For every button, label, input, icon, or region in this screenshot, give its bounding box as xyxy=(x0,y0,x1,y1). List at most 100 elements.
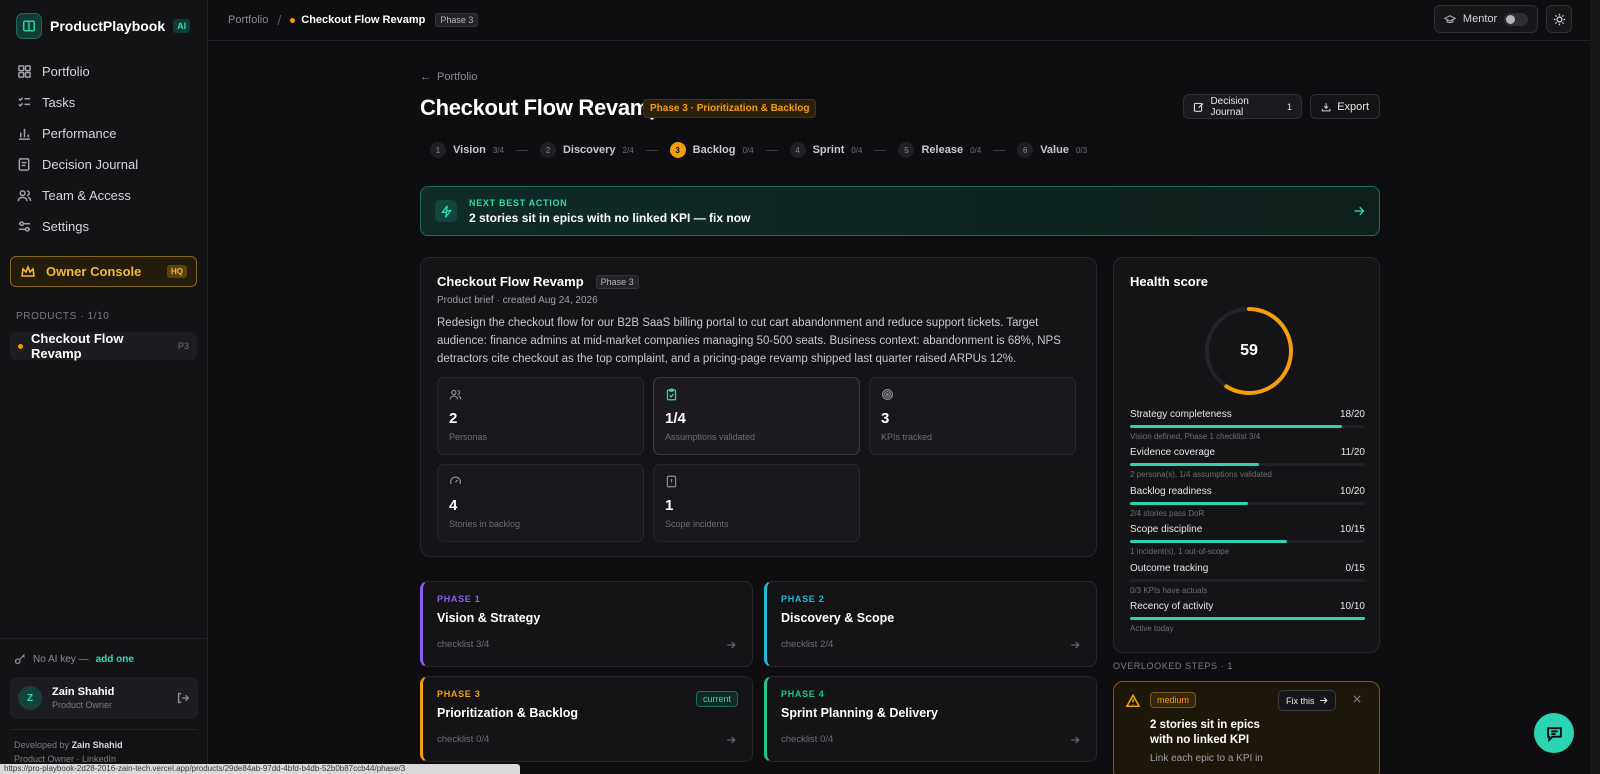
key-icon xyxy=(14,654,25,665)
sidebar-item-decision-journal[interactable]: Decision Journal xyxy=(10,149,197,180)
step-backlog[interactable]: 3 Backlog 0/4 xyxy=(669,142,754,158)
health-title: Health score xyxy=(1130,274,1209,289)
stat-label: Personas xyxy=(449,432,488,442)
metric-bar-fill xyxy=(1130,540,1287,544)
mentor-label: Mentor xyxy=(1462,13,1498,25)
export-button[interactable]: Export xyxy=(1310,94,1380,119)
journal-icon xyxy=(18,158,30,171)
phase-checklist: checklist 2/4 xyxy=(781,639,834,650)
mentor-toggle[interactable]: Mentor xyxy=(1434,5,1538,33)
metric-note: 1 incident(s), 1 out-of-scope xyxy=(1130,547,1230,557)
metric-bar xyxy=(1130,578,1365,582)
phase-name: Discovery & Scope xyxy=(781,611,895,625)
fix-this-button[interactable]: Fix this xyxy=(1278,690,1336,711)
stats-grid: 2 Personas 1/4 Assumptions validated 3 K… xyxy=(437,377,1080,542)
user-card[interactable]: Z Zain Shahid Product Owner xyxy=(10,677,198,719)
phase-name: Sprint Planning & Delivery xyxy=(781,706,938,720)
sun-icon xyxy=(1553,13,1565,25)
breadcrumb-current-label: Checkout Flow Revamp xyxy=(301,14,426,26)
user-role: Product Owner xyxy=(52,700,113,710)
sidebar-item-label: Decision Journal xyxy=(42,157,139,172)
logout-icon[interactable] xyxy=(176,691,190,705)
download-icon xyxy=(1321,102,1331,111)
phase-checklist: checklist 3/4 xyxy=(437,639,490,650)
ai-badge: AI xyxy=(173,19,191,33)
stat-assumptions[interactable]: 1/4 Assumptions validated xyxy=(653,377,860,455)
metric-name: Evidence coverage xyxy=(1130,447,1216,459)
users-icon xyxy=(17,190,32,202)
brief-description: Redesign the checkout flow for our B2B S… xyxy=(437,317,1061,365)
stat-personas[interactable]: 2 Personas xyxy=(437,377,644,455)
close-icon[interactable] xyxy=(1352,694,1362,704)
step-connector xyxy=(515,149,528,151)
scrollbar[interactable] xyxy=(1590,0,1600,774)
book-icon xyxy=(16,13,42,39)
back-link[interactable]: ← Portfolio xyxy=(420,71,477,83)
users-icon xyxy=(449,389,462,400)
health-metric: Evidence coverage 11/20 2 persona(s), 1/4 … xyxy=(1130,447,1365,485)
gauge-icon xyxy=(450,476,461,485)
phase-card-3[interactable]: PHASE 3 current Prioritization & Backlog… xyxy=(420,676,753,762)
ai-key-notice: No AI key — add one xyxy=(10,649,198,669)
chat-button[interactable] xyxy=(1534,713,1574,753)
next-best-action-banner[interactable]: NEXT BEST ACTION 2 stories sit in epics … xyxy=(420,186,1380,236)
breadcrumb-portfolio[interactable]: Portfolio xyxy=(228,14,268,26)
phase-badge: Phase 3 · Prioritization & Backlog xyxy=(643,99,817,118)
step-connector xyxy=(645,149,658,151)
sidebar-item-label: Performance xyxy=(42,126,117,141)
phase-card-2[interactable]: PHASE 2 Discovery & Scope checklist 2/4 xyxy=(764,581,1097,667)
sidebar-item-performance[interactable]: Performance xyxy=(10,118,197,149)
decision-journal-label: Decision Journal xyxy=(1210,95,1249,118)
owner-console-button[interactable]: Owner Console HQ xyxy=(10,256,197,287)
stat-stories[interactable]: 4 Stories in backlog xyxy=(437,464,644,542)
phase-checklist: checklist 0/4 xyxy=(437,734,490,745)
phase-checklist: checklist 0/4 xyxy=(781,734,834,745)
step-count: 2/4 xyxy=(622,145,634,155)
sidebar-item-settings[interactable]: Settings xyxy=(10,211,197,242)
stat-kpis[interactable]: 3 KPIs tracked xyxy=(869,377,1076,455)
health-metric: Strategy completeness 18/20 Vision defined… xyxy=(1130,409,1365,447)
metric-score: 11/20 xyxy=(1340,447,1365,459)
phase-label: PHASE 4 xyxy=(781,689,825,699)
back-label: Portfolio xyxy=(437,71,478,83)
sidebar-item-portfolio[interactable]: Portfolio xyxy=(10,56,197,87)
health-metrics: Strategy completeness 18/20 Vision defined… xyxy=(1130,409,1365,639)
step-count: 0/4 xyxy=(851,145,863,155)
step-label: Value xyxy=(1040,144,1069,156)
phase-badge: Phase 3 xyxy=(435,13,479,27)
metric-note: 0/3 KPIs have actuals xyxy=(1130,585,1208,595)
status-dot xyxy=(18,343,23,349)
metric-note: Active today xyxy=(1130,623,1174,633)
step-sprint[interactable]: 4 Sprint 0/4 xyxy=(789,142,863,158)
product-phase: P3 xyxy=(177,341,189,351)
theme-toggle-button[interactable] xyxy=(1546,5,1572,33)
phase-card-4[interactable]: PHASE 4 Sprint Planning & Delivery check… xyxy=(764,676,1097,762)
sidebar-item-team-access[interactable]: Team & Access xyxy=(10,180,197,211)
step-vision[interactable]: 1 Vision 3/4 xyxy=(430,142,504,158)
sidebar-item-tasks[interactable]: Tasks xyxy=(10,87,197,118)
step-label: Discovery xyxy=(562,144,616,156)
product-item[interactable]: Checkout Flow Revamp P3 xyxy=(10,331,197,361)
toggle-switch[interactable] xyxy=(1504,12,1528,26)
step-value[interactable]: 6 Value 0/3 xyxy=(1017,142,1087,158)
chat-icon xyxy=(1546,726,1562,742)
metric-bar xyxy=(1130,540,1365,544)
dev-line2[interactable]: Product Owner · LinkedIn xyxy=(14,754,116,764)
metric-note: 2/4 stories pass DoR xyxy=(1130,508,1205,518)
topbar: Portfolio / Checkout Flow Revamp Phase 3… xyxy=(208,0,1600,41)
step-discovery[interactable]: 2 Discovery 2/4 xyxy=(539,142,634,158)
stat-value: 1 xyxy=(665,497,674,514)
stat-scope-incidents[interactable]: 1 Scope incidents xyxy=(653,464,860,542)
step-label: Release xyxy=(921,144,964,156)
step-release[interactable]: 5 Release 0/4 xyxy=(898,142,981,158)
metric-bar-fill xyxy=(1130,501,1248,505)
product-name: Checkout Flow Revamp xyxy=(31,331,124,361)
brand[interactable]: ProductPlaybook AI xyxy=(0,0,207,52)
phase-card-1[interactable]: PHASE 1 Vision & Strategy checklist 3/4 xyxy=(420,581,753,667)
phase-stepper: 1 Vision 3/4 2 Discovery 2/4 3 Backlog 0… xyxy=(430,142,1087,158)
metric-name: Scope discipline xyxy=(1130,524,1203,536)
sidebar-item-label: Portfolio xyxy=(42,64,90,79)
arrow-right-icon xyxy=(1319,697,1328,704)
decision-journal-button[interactable]: Decision Journal 1 xyxy=(1183,94,1302,119)
add-ai-key-link[interactable]: add one xyxy=(96,654,134,665)
